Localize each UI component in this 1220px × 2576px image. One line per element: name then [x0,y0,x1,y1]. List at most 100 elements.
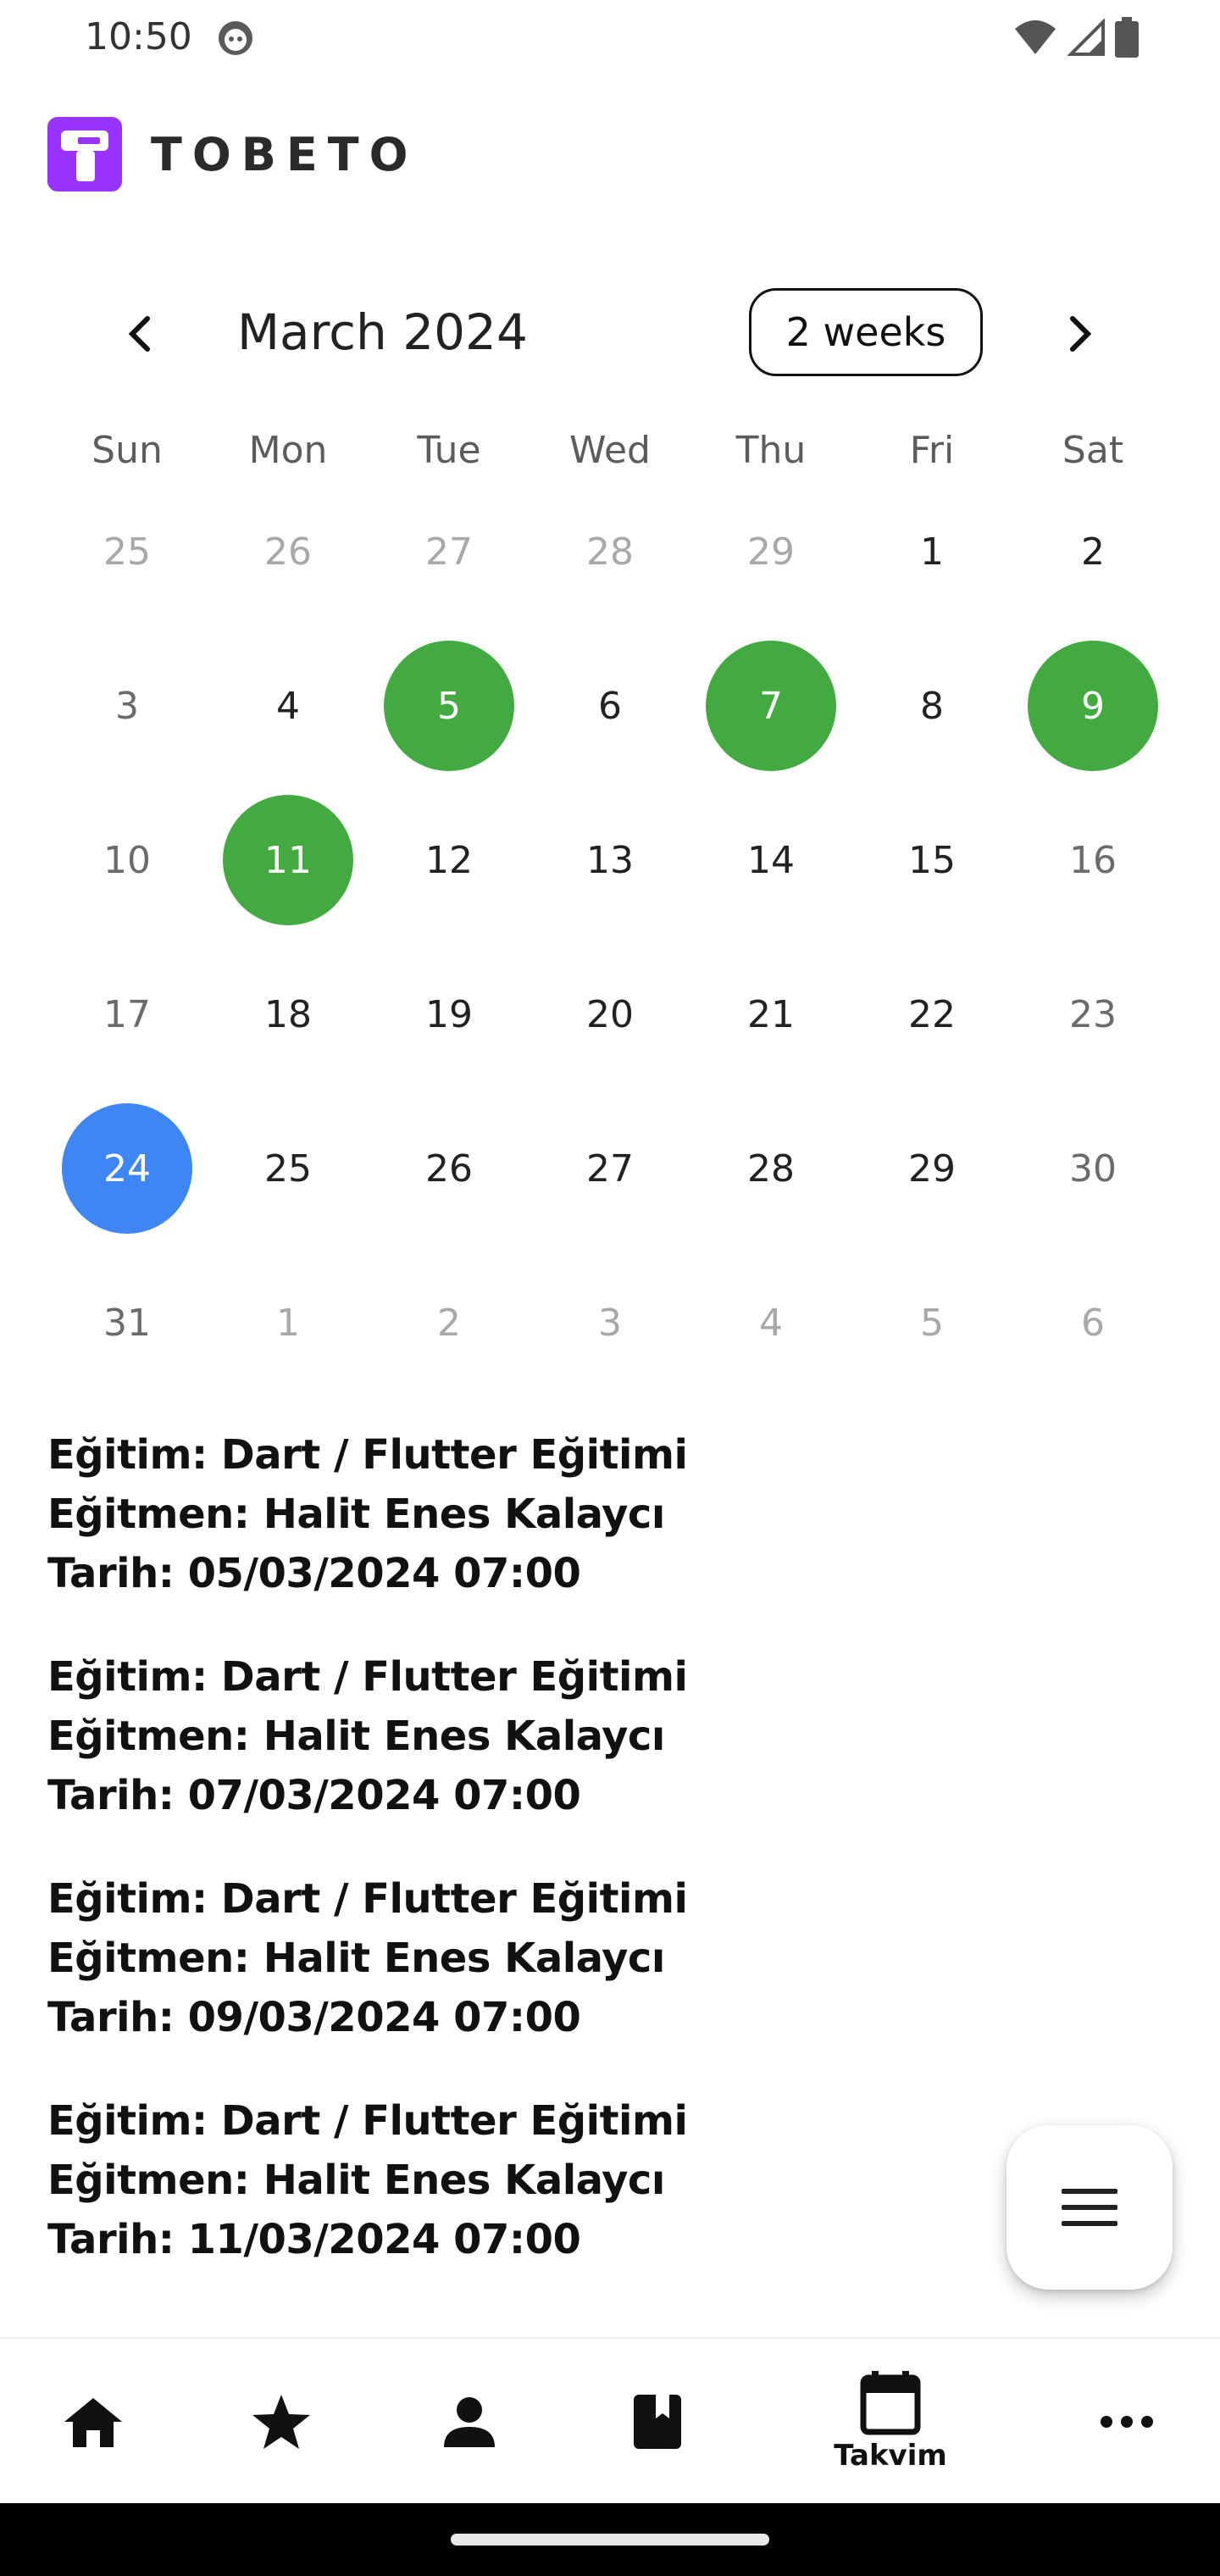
signal-icon [1068,19,1105,56]
calendar-day[interactable]: 19 [369,937,530,1091]
home-icon [64,2398,122,2447]
event-teacher: Eğitmen: Halit Enes Kalaycı [47,1491,665,1538]
calendar-day[interactable]: 27 [530,1091,690,1246]
nav-more[interactable] [1084,2339,1169,2505]
weekday-label: Tue [417,429,481,472]
format-toggle-button[interactable]: 2 weeks [749,288,983,376]
weekday-label: Thu [735,429,807,472]
menu-icon [1062,2189,1117,2226]
menu-fab-button[interactable] [1006,2125,1173,2290]
calendar-day-today[interactable]: 24 [47,1091,208,1246]
event-date: Tarih: 09/03/2024 07:00 [47,1994,581,2041]
calendar-day[interactable]: 14 [690,783,851,937]
event-item: Eğitim: Dart / Flutter Eğitimi Eğitmen: … [47,1869,979,2047]
nav-profile[interactable] [427,2339,512,2505]
calendar-day[interactable]: 29 [690,475,851,629]
calendar-day[interactable]: 1 [208,1246,369,1400]
weekday-label: Wed [569,429,651,472]
calendar-day[interactable]: 25 [208,1091,369,1246]
status-icons [1013,17,1139,58]
event-item: Eğitim: Dart / Flutter Eğitimi Eğitmen: … [47,2091,979,2269]
nav-catalog[interactable] [615,2339,700,2505]
calendar-day[interactable]: 30 [1012,1091,1173,1246]
home-gesture-handle[interactable] [451,2534,769,2545]
event-teacher: Eğitmen: Halit Enes Kalaycı [47,1713,665,1760]
event-date: Tarih: 05/03/2024 07:00 [47,1550,581,1597]
calendar-day[interactable]: 3 [530,1246,690,1400]
calendar-day[interactable]: 3 [47,629,208,783]
event-course: Eğitim: Dart / Flutter Eğitimi [47,1431,688,1479]
calendar-day[interactable]: 1 [851,475,1012,629]
calendar-day[interactable]: 21 [690,937,851,1091]
calendar-day[interactable]: 6 [1012,1246,1173,1400]
event-course: Eğitim: Dart / Flutter Eğitimi [47,1875,688,1923]
calendar-day[interactable]: 2 [369,1246,530,1400]
calendar-day[interactable]: 15 [851,783,1012,937]
calendar-day[interactable]: 20 [530,937,690,1091]
calendar-day[interactable]: 4 [690,1246,851,1400]
event-course: Eğitim: Dart / Flutter Eğitimi [47,2097,688,2145]
calendar-day-event[interactable]: 11 [208,783,369,937]
calendar-day[interactable]: 27 [369,475,530,629]
nav-favorites[interactable] [239,2339,324,2505]
calendar-day[interactable]: 29 [851,1091,1012,1246]
calendar-header: March 2024 2 weeks [0,285,1220,380]
calendar-day[interactable]: 28 [530,475,690,629]
calendar-day[interactable]: 26 [208,475,369,629]
person-icon [444,2397,495,2447]
calendar-day[interactable]: 4 [208,629,369,783]
status-time: 10:50 [85,15,192,58]
calendar-day[interactable]: 10 [47,783,208,937]
calendar-day[interactable]: 22 [851,937,1012,1091]
notification-face-icon [219,21,252,55]
app-logo: TOBETO [47,117,419,192]
chevron-right-icon[interactable] [1054,308,1105,359]
calendar-day[interactable]: 16 [1012,783,1173,937]
event-date: Tarih: 07/03/2024 07:00 [47,1772,581,1819]
weekday-label: Mon [248,429,328,472]
weekday-label: Sat [1062,429,1124,472]
weekday-label: Sun [92,429,163,472]
calendar-day[interactable]: 28 [690,1091,851,1246]
weekday-label: Fri [909,429,955,472]
calendar-day[interactable]: 31 [47,1246,208,1400]
event-item: Eğitim: Dart / Flutter Eğitimi Eğitmen: … [47,1425,979,1603]
star-icon [252,2395,310,2449]
calendar-day[interactable]: 12 [369,783,530,937]
tobeto-logo-icon [47,117,122,192]
calendar-day-event[interactable]: 9 [1012,629,1173,783]
calendar-day[interactable]: 17 [47,937,208,1091]
system-navigation-bar [0,2503,1220,2576]
chevron-left-icon[interactable] [115,308,166,359]
calendar-grid: 25 26 27 28 29 1 2 3 4 5 6 7 8 9 10 11 1… [47,475,1173,1400]
event-date: Tarih: 11/03/2024 07:00 [47,2216,581,2263]
calendar-day[interactable]: 18 [208,937,369,1091]
nav-label-calendar: Takvim [834,2439,947,2473]
battery-icon [1115,17,1139,58]
calendar-day-event[interactable]: 7 [690,629,851,783]
calendar-day[interactable]: 6 [530,629,690,783]
calendar-day[interactable]: 13 [530,783,690,937]
more-icon [1101,2416,1153,2428]
calendar-day-event[interactable]: 5 [369,629,530,783]
calendar-day[interactable]: 26 [369,1091,530,1246]
nav-home[interactable] [51,2339,136,2505]
event-list: Eğitim: Dart / Flutter Eğitimi Eğitmen: … [47,1425,979,2313]
month-title: March 2024 [237,303,528,361]
bottom-navigation: Takvim [0,2337,1220,2503]
event-course: Eğitim: Dart / Flutter Eğitimi [47,1653,688,1701]
calendar-day[interactable]: 5 [851,1246,1012,1400]
wifi-icon [1015,20,1056,54]
event-teacher: Eğitmen: Halit Enes Kalaycı [47,2157,665,2204]
weekday-row: Sun Mon Tue Wed Thu Fri Sat [47,429,1173,472]
calendar-day[interactable]: 2 [1012,475,1173,629]
calendar-day[interactable]: 23 [1012,937,1173,1091]
event-item: Eğitim: Dart / Flutter Eğitimi Eğitmen: … [47,1647,979,1825]
nav-calendar[interactable]: Takvim [827,2339,954,2505]
calendar-icon [860,2371,921,2435]
logo-text: TOBETO [151,127,419,181]
event-teacher: Eğitmen: Halit Enes Kalaycı [47,1935,665,1982]
calendar-day[interactable]: 25 [47,475,208,629]
calendar-day[interactable]: 8 [851,629,1012,783]
status-bar: 10:50 [0,0,1220,76]
